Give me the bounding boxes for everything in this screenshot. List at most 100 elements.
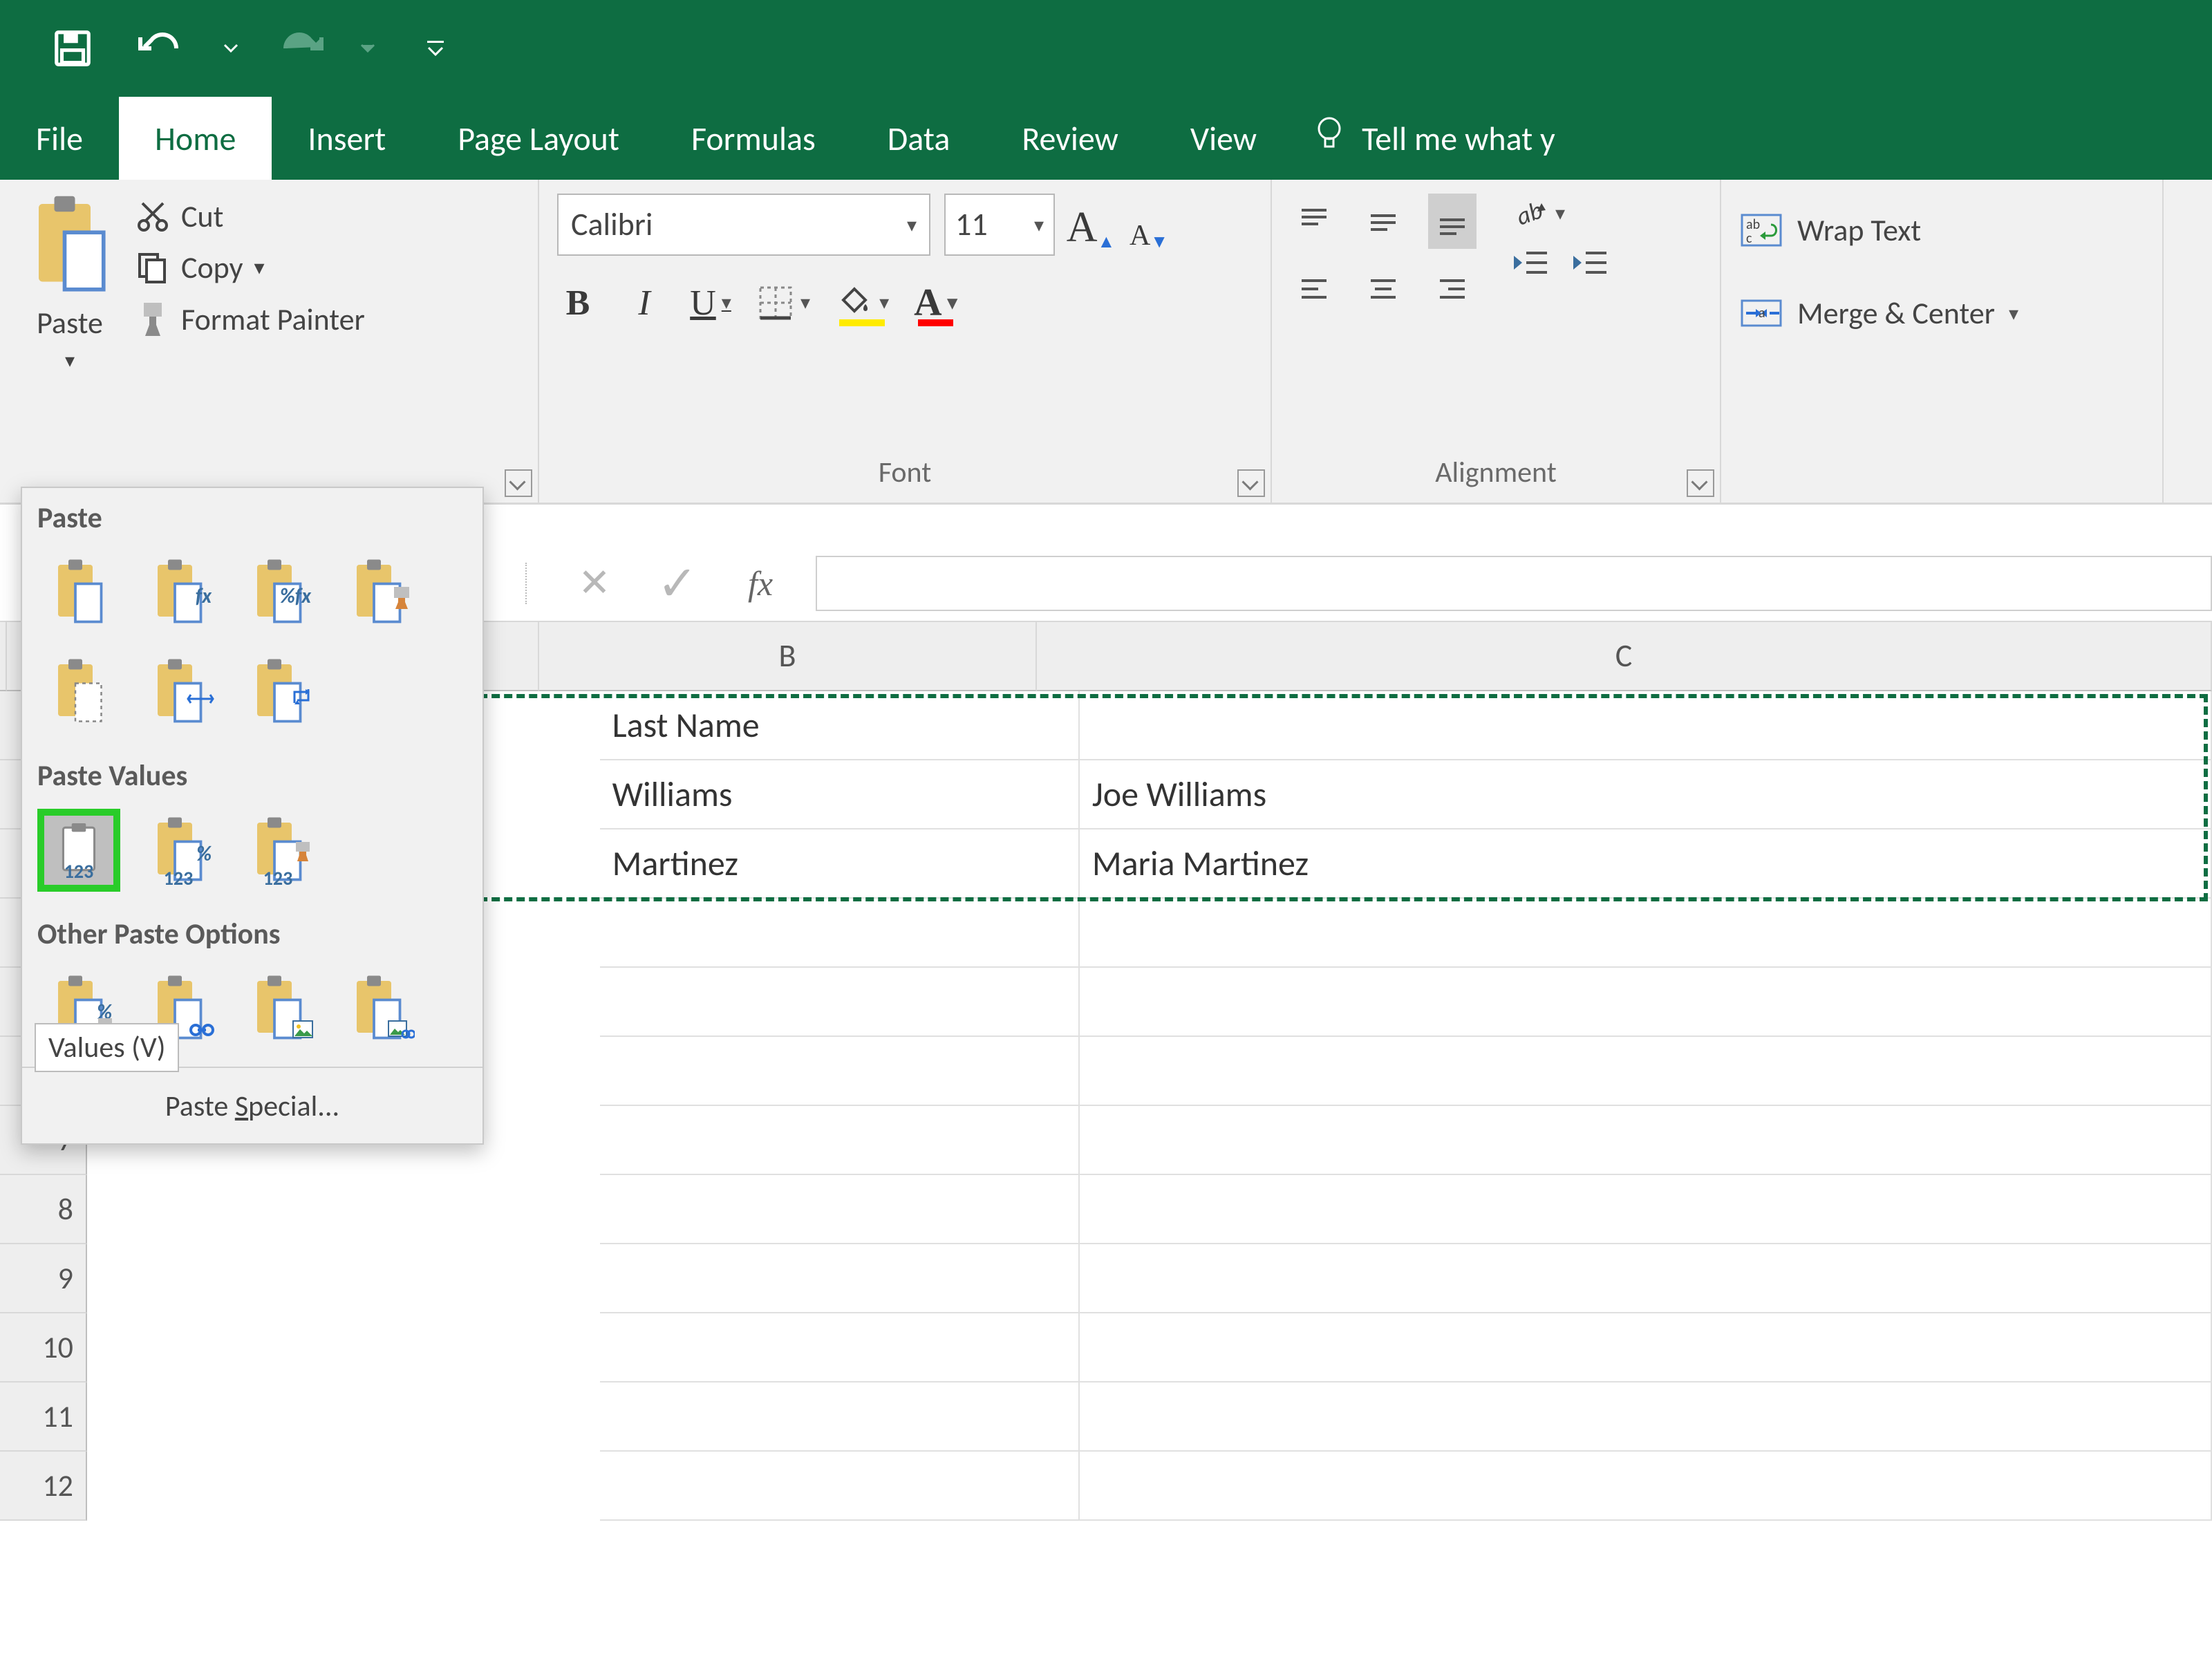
wrap-text-button[interactable]: abc Wrap Text bbox=[1739, 199, 2144, 261]
cell[interactable] bbox=[1080, 1175, 2212, 1244]
row-header[interactable]: 9 bbox=[0, 1244, 87, 1313]
decrease-indent-button[interactable] bbox=[1511, 246, 1550, 283]
paste-keep-col-width-button[interactable] bbox=[137, 650, 220, 733]
cell[interactable] bbox=[1080, 1313, 2212, 1382]
align-right-button[interactable] bbox=[1428, 263, 1477, 318]
align-bottom-button[interactable] bbox=[1428, 194, 1477, 249]
formula-enter-button[interactable]: ✓ bbox=[636, 559, 719, 608]
orientation-button[interactable]: ab▾ bbox=[1511, 194, 1609, 232]
cell[interactable] bbox=[600, 1244, 1080, 1313]
cell[interactable] bbox=[1080, 1244, 2212, 1313]
align-center-button[interactable] bbox=[1359, 263, 1407, 318]
cut-button[interactable]: Cut bbox=[135, 198, 365, 235]
redo-dropdown[interactable] bbox=[358, 39, 377, 58]
formula-input[interactable] bbox=[816, 556, 2212, 611]
align-left-button[interactable] bbox=[1290, 263, 1338, 318]
cell[interactable] bbox=[1080, 691, 2212, 760]
row-header[interactable]: 8 bbox=[0, 1175, 87, 1244]
cell[interactable]: Joe Williams bbox=[1080, 760, 2212, 830]
cell[interactable]: Williams bbox=[600, 760, 1080, 830]
cell[interactable] bbox=[1080, 1037, 2212, 1106]
tab-insert[interactable]: Insert bbox=[272, 97, 422, 180]
undo-dropdown[interactable] bbox=[221, 39, 241, 58]
align-top-button[interactable] bbox=[1290, 194, 1338, 249]
cell[interactable] bbox=[600, 1106, 1080, 1175]
alignment-dialog-launcher[interactable] bbox=[1687, 469, 1714, 497]
borders-button[interactable]: ▾ bbox=[756, 275, 810, 330]
font-size-combo[interactable]: 11▾ bbox=[944, 194, 1055, 256]
tell-me-box[interactable]: Tell me what y bbox=[1293, 97, 1591, 180]
align-middle-button[interactable] bbox=[1359, 194, 1407, 249]
font-name-combo[interactable]: Calibri▾ bbox=[557, 194, 930, 256]
cell[interactable] bbox=[1080, 1106, 2212, 1175]
paste-picture-button[interactable] bbox=[236, 967, 319, 1050]
paste-formulas-button[interactable]: fx bbox=[137, 551, 220, 634]
tell-me-label: Tell me what y bbox=[1362, 118, 1555, 159]
chevron-down-icon: ▾ bbox=[948, 291, 957, 315]
formula-cancel-button[interactable]: ✕ bbox=[553, 559, 636, 608]
cell[interactable] bbox=[1080, 1382, 2212, 1452]
row-header[interactable]: 10 bbox=[0, 1313, 87, 1382]
tab-file[interactable]: File bbox=[0, 97, 119, 180]
cell[interactable] bbox=[1080, 899, 2212, 968]
grow-font-button[interactable]: A▲ bbox=[1069, 197, 1113, 252]
paste-button[interactable]: Paste ▾ bbox=[18, 194, 122, 373]
copy-dropdown[interactable]: ▾ bbox=[254, 255, 264, 281]
paste-values-button[interactable]: 123 bbox=[37, 809, 120, 892]
select-all-triangle[interactable] bbox=[0, 622, 7, 691]
cell[interactable]: Maria Martinez bbox=[1080, 830, 2212, 899]
italic-button[interactable]: I bbox=[624, 275, 665, 330]
copy-icon bbox=[135, 250, 170, 285]
redo-button[interactable] bbox=[268, 17, 330, 79]
shrink-font-button[interactable]: A▼ bbox=[1127, 197, 1171, 252]
cell[interactable] bbox=[600, 1313, 1080, 1382]
column-header-c[interactable]: C bbox=[1037, 622, 2212, 691]
paste-values-source-fmt-button[interactable]: 123 bbox=[236, 809, 319, 892]
merge-center-button[interactable]: a Merge & Center ▾ bbox=[1739, 282, 2144, 344]
tab-home[interactable]: Home bbox=[119, 97, 272, 180]
cell[interactable] bbox=[600, 1175, 1080, 1244]
format-painter-button[interactable]: Format Painter bbox=[135, 300, 365, 339]
fx-icon[interactable]: fx bbox=[719, 563, 802, 603]
cell[interactable] bbox=[1080, 1452, 2212, 1521]
paste-formulas-number-fmt-button[interactable]: %fx bbox=[236, 551, 319, 634]
row-header[interactable]: 12 bbox=[0, 1452, 87, 1521]
column-header-b[interactable]: B bbox=[539, 622, 1037, 691]
font-dialog-launcher[interactable] bbox=[1237, 469, 1265, 497]
underline-button[interactable]: U▾ bbox=[690, 275, 731, 330]
chevron-down-icon: ▾ bbox=[907, 213, 917, 237]
cell[interactable] bbox=[600, 1382, 1080, 1452]
font-size-value: 11 bbox=[955, 205, 988, 244]
tab-review[interactable]: Review bbox=[986, 97, 1154, 180]
cell[interactable]: Martinez bbox=[600, 830, 1080, 899]
row-header[interactable]: 11 bbox=[0, 1382, 87, 1452]
copy-button[interactable]: Copy ▾ bbox=[135, 249, 365, 286]
paste-values-number-fmt-button[interactable]: %123 bbox=[137, 809, 220, 892]
bold-button[interactable]: B bbox=[557, 275, 599, 330]
paste-dropdown-caret[interactable]: ▾ bbox=[65, 348, 75, 373]
paste-all-button[interactable] bbox=[37, 551, 120, 634]
cell[interactable] bbox=[1080, 968, 2212, 1037]
paste-no-borders-button[interactable] bbox=[37, 650, 120, 733]
customize-qat-button[interactable] bbox=[426, 39, 445, 58]
paste-keep-source-fmt-button[interactable] bbox=[336, 551, 419, 634]
cell[interactable] bbox=[600, 968, 1080, 1037]
cell[interactable] bbox=[600, 1452, 1080, 1521]
increase-indent-button[interactable] bbox=[1571, 246, 1609, 283]
save-button[interactable] bbox=[41, 17, 104, 79]
tab-view[interactable]: View bbox=[1154, 97, 1293, 180]
cell[interactable] bbox=[600, 1037, 1080, 1106]
fill-color-button[interactable]: ▾ bbox=[835, 275, 889, 330]
cell[interactable] bbox=[600, 899, 1080, 968]
tab-page-layout[interactable]: Page Layout bbox=[422, 97, 655, 180]
undo-button[interactable] bbox=[131, 17, 194, 79]
paste-special-menuitem[interactable]: Paste Special... bbox=[22, 1072, 482, 1143]
paste-transpose-button[interactable] bbox=[236, 650, 319, 733]
group-clipboard: Paste ▾ Cut Copy ▾ Format Pain bbox=[0, 180, 539, 503]
clipboard-dialog-launcher[interactable] bbox=[505, 469, 532, 497]
cell[interactable]: Last Name bbox=[600, 691, 1080, 760]
tab-formulas[interactable]: Formulas bbox=[655, 97, 852, 180]
tab-data[interactable]: Data bbox=[852, 97, 986, 180]
font-color-button[interactable]: A▾ bbox=[914, 275, 957, 330]
paste-linked-picture-button[interactable] bbox=[336, 967, 419, 1050]
